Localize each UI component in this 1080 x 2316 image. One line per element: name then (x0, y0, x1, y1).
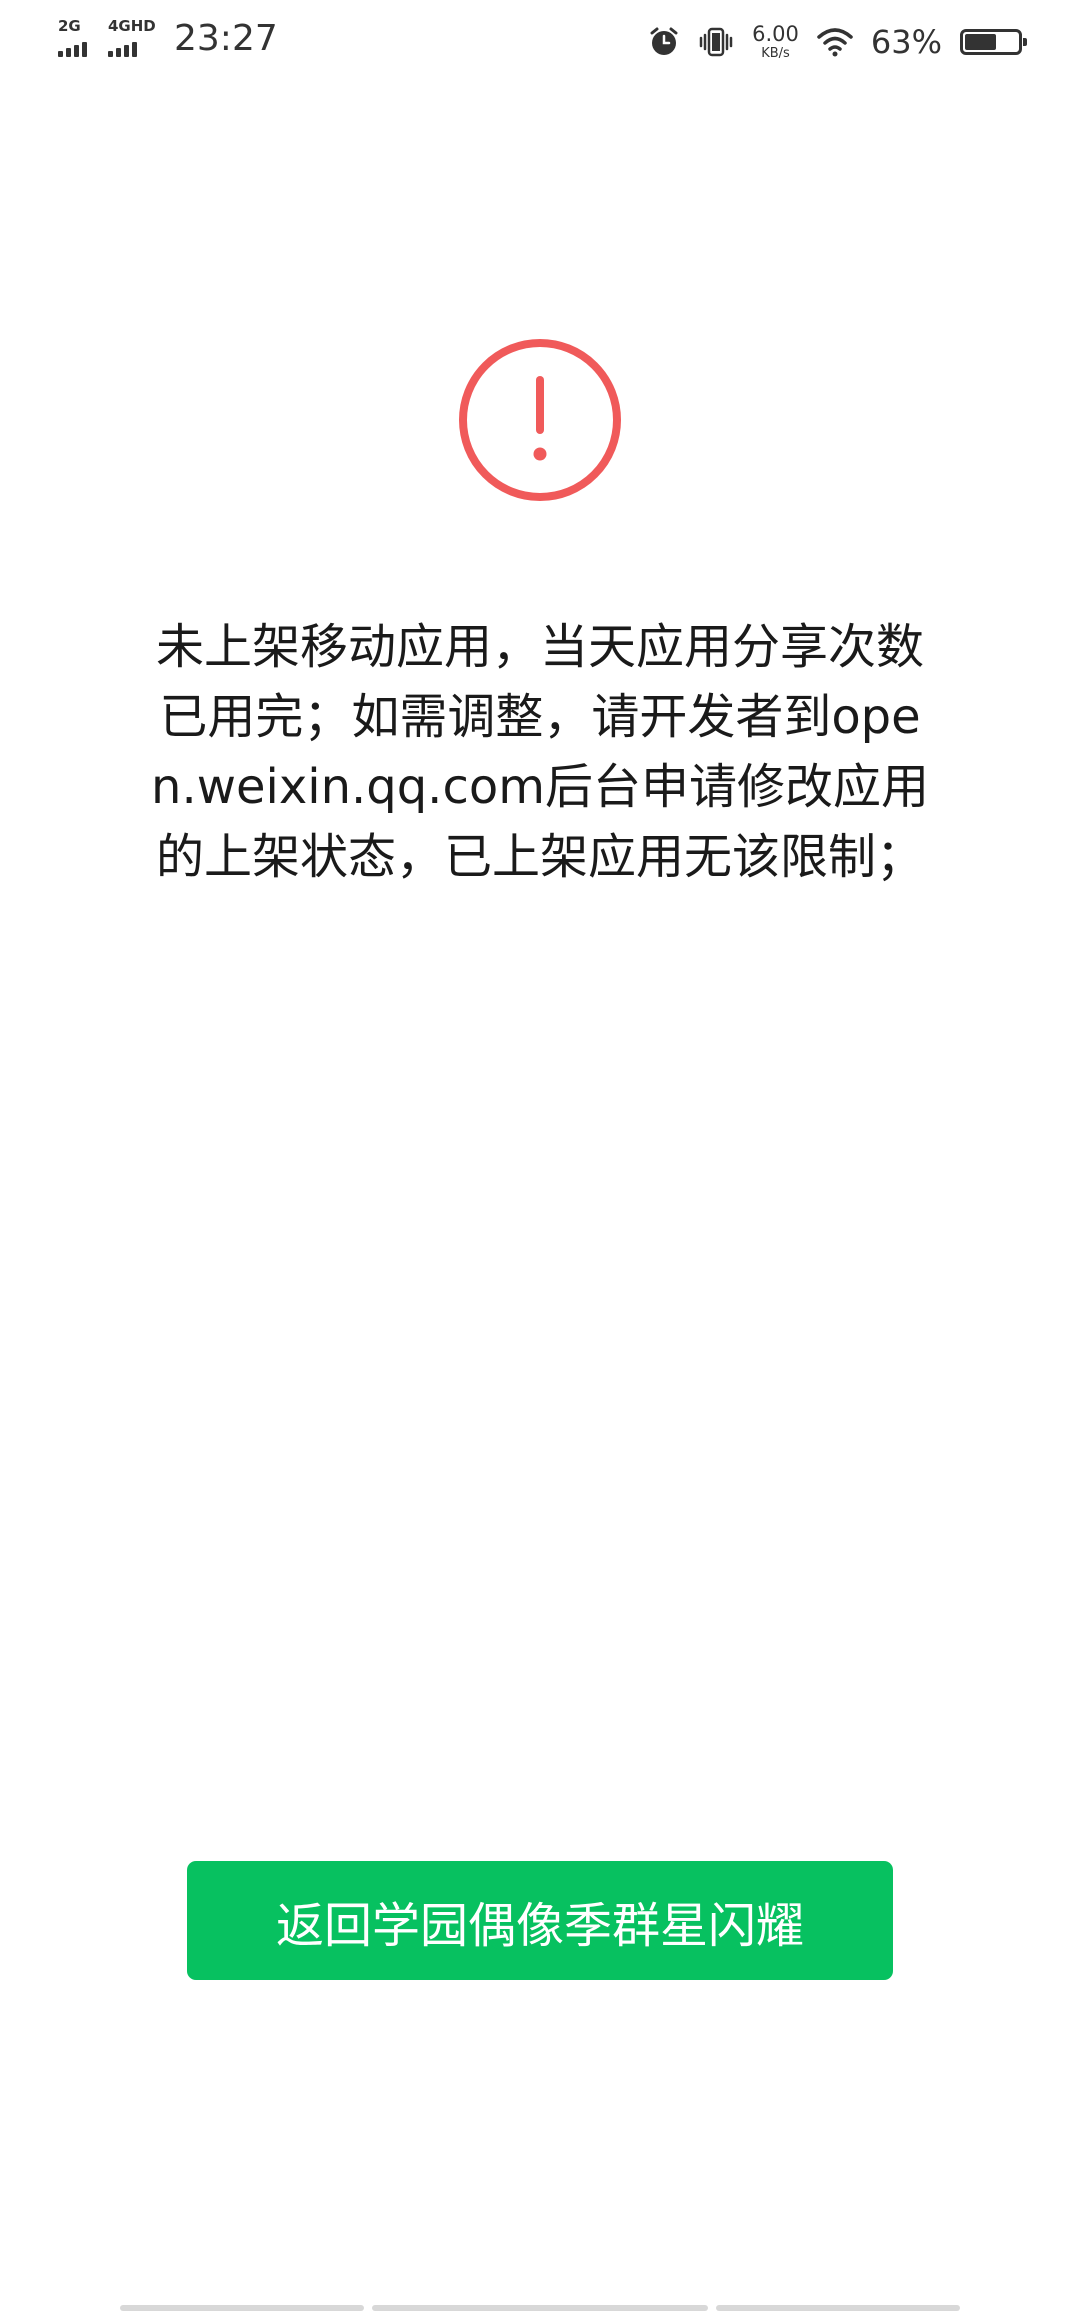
alarm-icon (650, 27, 678, 55)
status-time: 23:27 (174, 18, 278, 59)
wifi-icon (817, 28, 853, 57)
signal-icon: 4GHD (108, 16, 156, 59)
network-speed-value: 6.00 (752, 22, 799, 46)
signal-icon: 2G (58, 16, 98, 59)
status-bar-right: 6.00 KB/s 63% (630, 18, 1027, 66)
warning-circle-icon (459, 339, 621, 501)
network-speed: 6.00 KB/s (752, 22, 799, 61)
battery-percent: 63% (870, 23, 942, 61)
sim2-network-label: 4GHD (108, 16, 156, 35)
status-bar-left: 2G 4GHD 23:27 (58, 18, 278, 59)
battery-level-fill (965, 34, 997, 50)
navigation-gesture-bar[interactable] (0, 2305, 1080, 2313)
return-button[interactable]: 返回学园偶像季群星闪耀 (187, 1861, 893, 1980)
error-message: 未上架移动应用，当天应用分享次数已用完；如需调整，请开发者到open.weixi… (151, 619, 929, 885)
vibrate-icon (699, 27, 733, 57)
battery-icon (960, 29, 1027, 55)
network-speed-unit: KB/s (761, 46, 790, 61)
status-bar: 2G 4GHD 23:27 6.00 KB/s 63% (0, 0, 1080, 84)
sim1-network-label: 2G (58, 16, 81, 35)
